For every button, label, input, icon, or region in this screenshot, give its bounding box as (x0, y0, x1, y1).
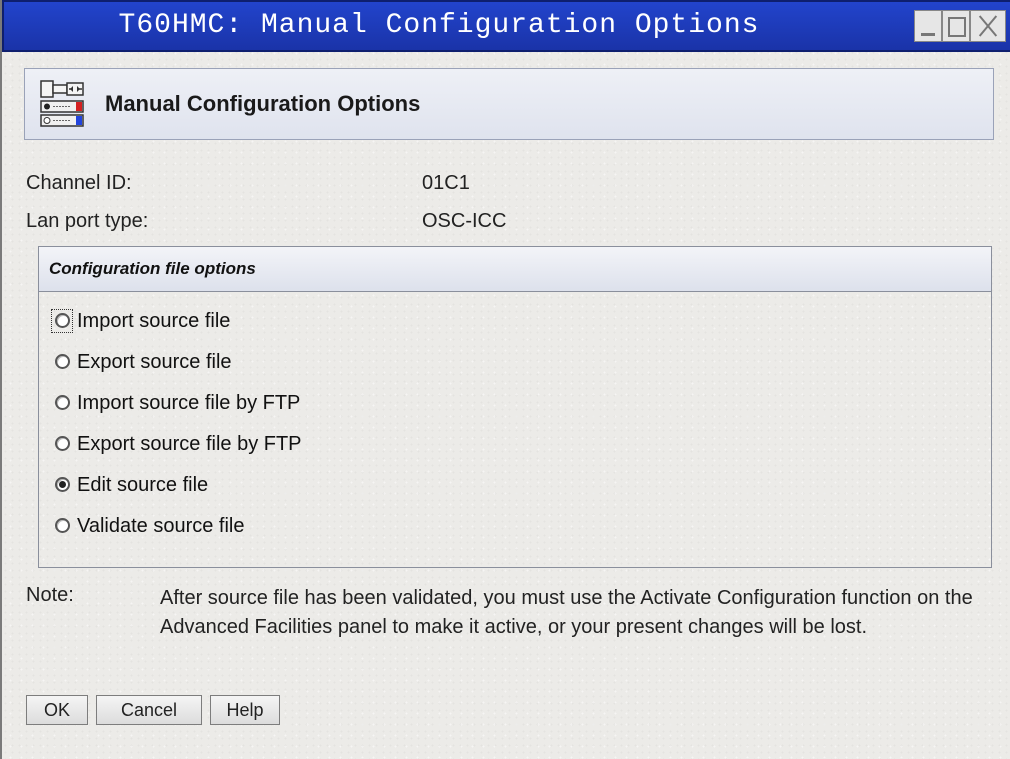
channel-id-label: Channel ID: (26, 172, 132, 194)
close-button[interactable] (970, 10, 1006, 42)
radio-label[interactable]: Import source file by FTP (77, 388, 300, 418)
radio-button[interactable] (55, 395, 70, 410)
radio-button[interactable] (55, 313, 70, 328)
note-label: Note: (26, 584, 74, 606)
lan-port-type-value: OSC-ICC (422, 210, 507, 232)
radio-button[interactable] (55, 518, 70, 533)
cancel-button[interactable]: Cancel (96, 695, 202, 725)
radio-label[interactable]: Edit source file (77, 470, 208, 500)
group-title: Configuration file options (49, 259, 256, 278)
radio-label[interactable]: Validate source file (77, 511, 245, 541)
radio-label[interactable]: Import source file (77, 306, 230, 336)
note-text: After source file has been validated, yo… (160, 587, 973, 638)
lan-port-type-label: Lan port type: (26, 210, 149, 232)
radio-label[interactable]: Export source file (77, 347, 232, 377)
configuration-file-options-group: Configuration file options Import source… (38, 246, 992, 568)
title-bar[interactable]: T60HMC: Manual Configuration Options (2, 0, 1010, 52)
minimize-button[interactable] (914, 10, 942, 42)
radio-button[interactable] (55, 436, 70, 451)
group-header: Configuration file options (39, 247, 991, 292)
radio-button-selected[interactable] (55, 477, 70, 492)
panel-title: Manual Configuration Options (105, 91, 421, 116)
maximize-button[interactable] (942, 10, 970, 42)
dialog-window: T60HMC: Manual Configuration Options Man… (0, 0, 1010, 759)
panel-header: Manual Configuration Options (24, 68, 994, 140)
configuration-panel-icon (40, 80, 84, 127)
help-button[interactable]: Help (210, 695, 280, 725)
window-title: T60HMC: Manual Configuration Options (118, 10, 760, 41)
ok-button[interactable]: OK (26, 695, 88, 725)
radio-label[interactable]: Export source file by FTP (77, 429, 302, 459)
radio-button[interactable] (55, 354, 70, 369)
channel-id-value: 01C1 (422, 172, 470, 194)
